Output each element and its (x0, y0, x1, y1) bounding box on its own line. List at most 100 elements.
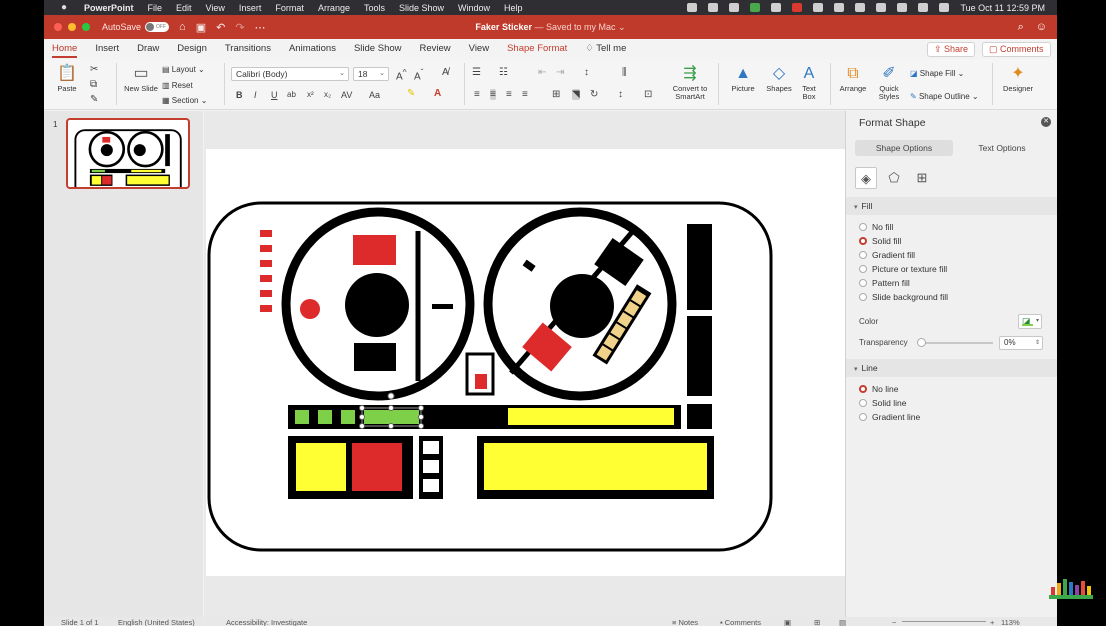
tab-text-options[interactable]: Text Options (953, 140, 1051, 156)
reading-view-icon[interactable]: ▤ (839, 617, 846, 626)
line-spacing-icon[interactable]: ↕ (584, 67, 589, 78)
tab-home[interactable]: Home (52, 39, 78, 59)
comments-button[interactable]: ▢ Comments (982, 42, 1051, 57)
layout-button[interactable]: ▤ Layout ⌄ (162, 65, 205, 74)
save-icon[interactable]: ▣ (196, 21, 206, 34)
text-direction-icon[interactable]: ◥ (572, 89, 580, 100)
tab-transitions[interactable]: Transitions (225, 39, 271, 59)
fill-option-picture-fill[interactable]: Picture or texture fill (859, 264, 947, 274)
fill-line-icon[interactable]: ◈ (855, 167, 877, 189)
line-option-no-line[interactable]: No line (859, 384, 898, 394)
menu-view[interactable]: View (206, 3, 225, 13)
effects-icon[interactable]: ⬠ (883, 167, 905, 189)
line-option-solid-line[interactable]: Solid line (859, 398, 907, 408)
user-icon[interactable] (939, 3, 950, 12)
redo-icon[interactable]: ↷ (235, 21, 244, 34)
apple-icon[interactable]: ● (58, 2, 70, 14)
tab-shape-options[interactable]: Shape Options (855, 140, 953, 156)
tab-view[interactable]: View (469, 39, 489, 59)
convert-smartart-button[interactable]: ⇶ Convert to SmartArt (668, 63, 712, 101)
arrange-button[interactable]: ⧉ Arrange (836, 63, 870, 93)
bullets-icon[interactable]: ☰ (472, 67, 481, 78)
tab-insert[interactable]: Insert (95, 39, 119, 59)
font-name-select[interactable]: Calibri (Body) ⌄ (231, 67, 349, 81)
fill-option-pattern-fill[interactable]: Pattern fill (859, 278, 910, 288)
quick-styles-button[interactable]: ✐ Quick Styles (872, 63, 906, 101)
fill-option-no-fill[interactable]: No fill (859, 222, 893, 232)
zoom-level[interactable]: 113% (1001, 617, 1020, 626)
tab-design[interactable]: Design (177, 39, 207, 59)
section-button[interactable]: ▦ Section ⌄ (162, 96, 207, 105)
tab-review[interactable]: Review (420, 39, 451, 59)
share-button[interactable]: ⇪ Share (927, 42, 976, 57)
designer-button[interactable]: ✦ Designer (998, 63, 1038, 93)
highlight-icon[interactable]: ✎ (407, 88, 415, 99)
close-window-button[interactable] (54, 23, 62, 31)
volume-icon[interactable] (813, 3, 824, 12)
zoom-slider[interactable] (902, 621, 986, 622)
font-size-select[interactable]: 18 ⌄ (353, 67, 389, 81)
shape-outline-button[interactable]: ✎ Shape Outline ⌄ (910, 92, 979, 101)
fill-color-picker[interactable]: ◪ ▾ (1018, 314, 1042, 329)
status-accessibility[interactable]: Accessibility: Investigate (226, 617, 307, 626)
text-orientation-icon[interactable]: ↻ (590, 89, 598, 100)
align-text-icon[interactable]: ↕ (618, 89, 623, 100)
tab-slide-show[interactable]: Slide Show (354, 39, 402, 59)
align-center-icon[interactable]: ≡ (490, 89, 496, 100)
bluetooth-icon[interactable] (834, 3, 845, 12)
history-icon[interactable] (771, 3, 782, 12)
menu-arrange[interactable]: Arrange (318, 3, 350, 13)
record-icon[interactable] (687, 3, 698, 12)
mail-icon[interactable] (729, 3, 740, 12)
account-icon[interactable]: ☺ (1036, 21, 1047, 34)
superscript-icon[interactable]: x² (307, 90, 314, 99)
tab-draw[interactable]: Draw (137, 39, 159, 59)
home-icon[interactable]: ⌂ (179, 21, 186, 33)
menu-file[interactable]: File (148, 3, 163, 13)
phone-icon[interactable] (750, 3, 761, 12)
strikethrough-icon[interactable]: ab (287, 90, 296, 99)
subscript-icon[interactable]: x₂ (324, 90, 331, 99)
increase-indent-icon[interactable]: ⇥ (556, 67, 564, 78)
autosave-control[interactable]: AutoSave OFF (102, 22, 170, 32)
menu-tools[interactable]: Tools (364, 3, 385, 13)
increase-font-icon[interactable]: A^ (396, 67, 407, 82)
align-right-icon[interactable]: ≡ (506, 89, 512, 100)
download-icon[interactable] (708, 3, 719, 12)
italic-icon[interactable]: I (254, 90, 257, 100)
more-icon[interactable]: ⋯ (255, 21, 266, 34)
slide-canvas[interactable] (206, 149, 845, 576)
cut-icon[interactable]: ✂ (90, 64, 98, 75)
paste-button[interactable]: 📋 Paste (54, 63, 80, 93)
transparency-slider[interactable] (917, 338, 993, 347)
justify-icon[interactable]: ≡ (522, 89, 528, 100)
slider-knob[interactable] (917, 338, 926, 347)
change-case-icon[interactable]: Aa (369, 90, 380, 100)
tab-animations[interactable]: Animations (289, 39, 336, 59)
columns-icon[interactable]: ⫼ (622, 67, 627, 78)
menu-format[interactable]: Format (275, 3, 304, 13)
underline-icon[interactable]: U (271, 90, 278, 100)
size-properties-icon[interactable]: ⊞ (911, 167, 933, 189)
search-icon[interactable] (897, 3, 908, 12)
autosave-toggle[interactable]: OFF (145, 22, 170, 32)
tab-shape-format[interactable]: Shape Format (507, 39, 567, 59)
fill-option-gradient-fill[interactable]: Gradient fill (859, 250, 915, 260)
wifi-icon[interactable] (876, 3, 887, 12)
notes-button[interactable]: ≡ Notes (672, 617, 698, 626)
menu-clock[interactable]: Tue Oct 11 12:59 PM (960, 3, 1045, 13)
fill-option-slide-background-fill[interactable]: Slide background fill (859, 292, 948, 302)
text-box-options-icon[interactable]: ⊡ (644, 89, 652, 100)
zoom-window-button[interactable] (82, 23, 90, 31)
comments-status-button[interactable]: ▪ Comments (720, 617, 761, 626)
close-icon[interactable]: ✕ (1041, 117, 1051, 127)
textbox-button[interactable]: A Text Box (796, 63, 822, 101)
status-language[interactable]: English (United States) (118, 617, 195, 626)
control-center-icon[interactable] (918, 3, 929, 12)
clear-format-icon[interactable]: A̸ (442, 67, 449, 78)
menu-window[interactable]: Window (458, 3, 490, 13)
transparency-input[interactable]: 0% ⇕ (999, 336, 1043, 350)
flag-icon[interactable] (792, 3, 803, 12)
menu-slide-show[interactable]: Slide Show (399, 3, 444, 13)
undo-icon[interactable]: ↶ (216, 21, 225, 34)
